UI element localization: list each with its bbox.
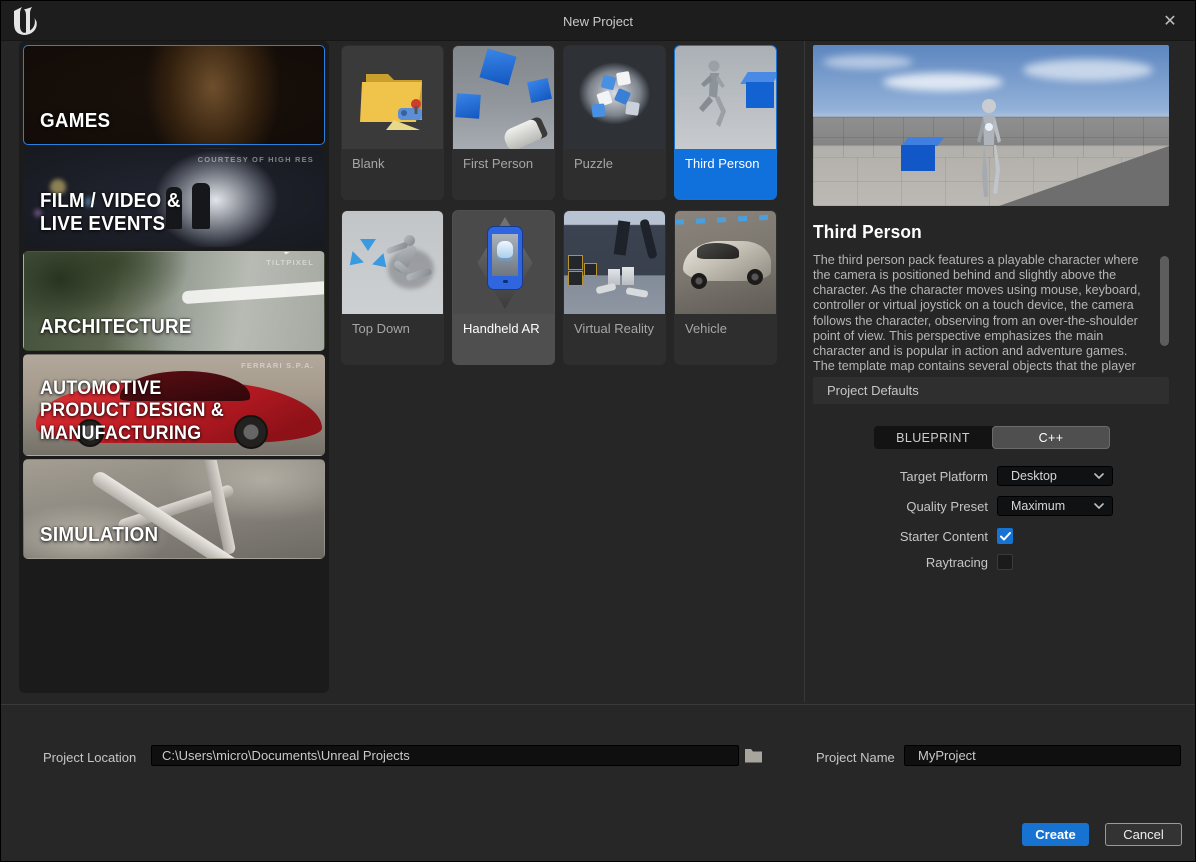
new-project-dialog: New Project ✕ GAMES COURTESY OF HIGH RES… [0, 0, 1196, 862]
language-toggle: BLUEPRINT C++ [874, 426, 1110, 449]
template-label: Puzzle [564, 149, 665, 178]
vehicle-thumbnail [675, 211, 776, 314]
raytracing-label: Raytracing [813, 555, 988, 570]
template-label: First Person [453, 149, 554, 178]
category-simulation[interactable]: SIMULATION [23, 459, 325, 559]
template-label: Handheld AR [453, 314, 554, 343]
category-label: SIMULATION [40, 524, 158, 548]
target-platform-label: Target Platform [813, 469, 988, 484]
car-decor [234, 415, 268, 449]
chevron-down-icon [1094, 503, 1104, 509]
mannequin-decor [971, 97, 1007, 201]
category-panel: GAMES COURTESY OF HIGH RES FILM / VIDEO … [19, 41, 329, 693]
template-preview-image [813, 45, 1169, 206]
chevron-down-icon [1094, 473, 1104, 479]
project-name-input[interactable] [904, 745, 1181, 766]
mannequin-decor [691, 58, 731, 138]
template-blank[interactable]: Blank [341, 45, 444, 200]
silhouette-decor [192, 183, 210, 229]
first-person-thumbnail [453, 46, 554, 149]
category-architecture[interactable]: TILTPIXEL ARCHITECTURE [23, 251, 325, 351]
project-location-label: Project Location [43, 750, 136, 765]
starter-content-checkbox[interactable] [997, 528, 1013, 544]
handheld-ar-thumbnail [453, 211, 554, 314]
template-label: Top Down [342, 314, 443, 343]
virtual-reality-thumbnail [564, 211, 665, 314]
category-label: ARCHITECTURE [40, 316, 192, 340]
panel-divider [804, 41, 805, 702]
template-puzzle[interactable]: Puzzle [563, 45, 666, 200]
project-name-label: Project Name [816, 750, 895, 765]
category-label: AUTOMOTIVE PRODUCT DESIGN & MANUFACTURIN… [40, 378, 224, 445]
template-description: The third person pack features a playabl… [813, 253, 1149, 374]
starter-content-row: Starter Content [813, 528, 1169, 544]
template-vehicle[interactable]: Vehicle [674, 210, 777, 365]
close-icon[interactable]: ✕ [1159, 10, 1181, 32]
template-third-person[interactable]: Third Person [674, 45, 777, 200]
template-virtual-reality[interactable]: Virtual Reality [563, 210, 666, 365]
category-film-video-live-events[interactable]: COURTESY OF HIGH RES FILM / VIDEO & LIVE… [23, 148, 325, 248]
blueprint-option[interactable]: BLUEPRINT [874, 426, 992, 449]
image-credit: FERRARI S.P.A. [241, 361, 314, 370]
dropdown-value: Desktop [998, 469, 1094, 483]
category-automotive[interactable]: FERRARI S.P.A. AUTOMOTIVE PRODUCT DESIGN… [23, 354, 325, 456]
raytracing-row: Raytracing [813, 554, 1169, 570]
target-platform-dropdown[interactable]: Desktop [997, 466, 1113, 486]
project-defaults-header: Project Defaults [813, 377, 1169, 404]
description-scrollbar[interactable] [1160, 256, 1169, 346]
titlebar: New Project ✕ [1, 1, 1195, 41]
raytracing-checkbox[interactable] [997, 554, 1013, 570]
category-label: FILM / VIDEO & LIVE EVENTS [40, 190, 181, 237]
template-top-down[interactable]: Top Down [341, 210, 444, 365]
create-button[interactable]: Create [1022, 823, 1089, 846]
top-down-thumbnail [342, 211, 443, 314]
template-label: Vehicle [675, 314, 776, 343]
template-first-person[interactable]: First Person [452, 45, 555, 200]
target-platform-row: Target Platform Desktop [813, 466, 1169, 486]
template-label: Virtual Reality [564, 314, 665, 343]
template-details-panel: Third Person The third person pack featu… [813, 41, 1169, 704]
quality-preset-label: Quality Preset [813, 499, 988, 514]
browse-folder-icon[interactable] [744, 747, 763, 764]
gun-decor [501, 115, 548, 149]
template-title: Third Person [813, 222, 1155, 243]
category-label: GAMES [40, 110, 110, 134]
dropdown-value: Maximum [998, 499, 1094, 513]
category-games[interactable]: GAMES [23, 45, 325, 145]
image-credit: COURTESY OF HIGH RES [198, 155, 314, 164]
puzzle-thumbnail [564, 46, 665, 149]
template-label: Blank [342, 149, 443, 178]
quality-preset-row: Quality Preset Maximum [813, 496, 1169, 516]
blank-folder-icon [342, 46, 443, 149]
window-title: New Project [1, 1, 1195, 41]
template-description-container: The third person pack features a playabl… [813, 253, 1169, 374]
third-person-thumbnail [675, 46, 776, 149]
template-grid: Blank First Person Puzzle [341, 45, 785, 365]
checkmark-icon [1000, 532, 1011, 541]
image-credit: TILTPIXEL [266, 258, 314, 267]
template-label: Third Person [675, 149, 776, 178]
project-location-input[interactable] [151, 745, 739, 766]
quality-preset-dropdown[interactable]: Maximum [997, 496, 1113, 516]
cancel-button[interactable]: Cancel [1105, 823, 1182, 846]
starter-content-label: Starter Content [813, 529, 988, 544]
footer: Project Location Project Name Create Can… [1, 704, 1195, 862]
template-handheld-ar[interactable]: Handheld AR [452, 210, 555, 365]
cpp-option[interactable]: C++ [992, 426, 1110, 449]
